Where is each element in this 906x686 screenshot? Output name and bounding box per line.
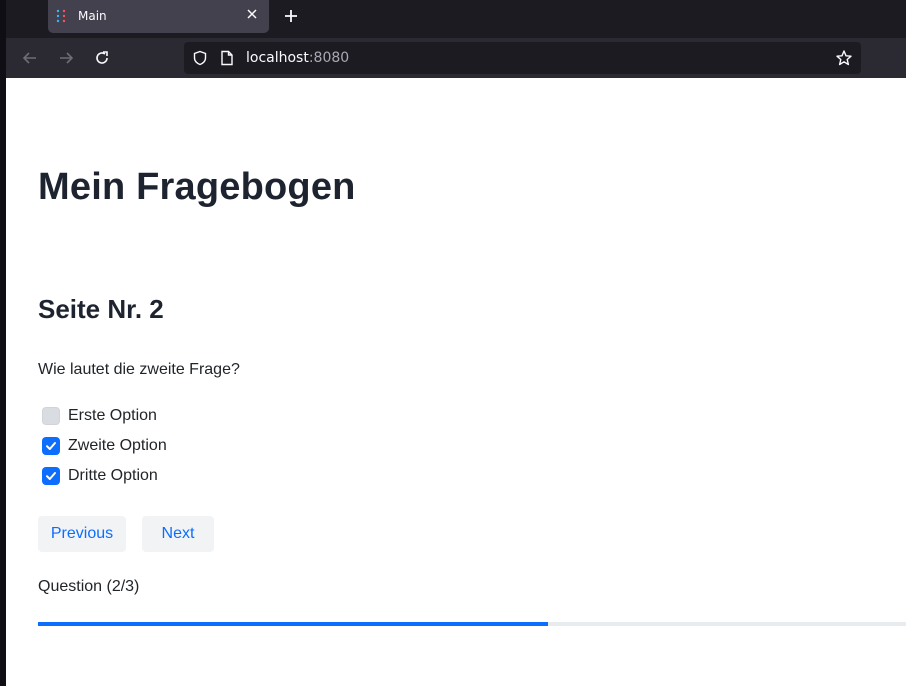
survey-title: Mein Fragebogen xyxy=(38,166,356,208)
progress-bar xyxy=(38,622,906,626)
checkbox[interactable] xyxy=(42,407,60,425)
question-text: Wie lautet die zweite Frage? xyxy=(38,361,240,378)
window-edge xyxy=(0,0,6,38)
url-text[interactable]: localhost:8080 xyxy=(246,50,349,66)
url-host: localhost xyxy=(246,50,309,66)
progress-label: Question (2/3) xyxy=(38,578,140,595)
browser-tab[interactable]: Main xyxy=(48,0,269,33)
page-content: Mein Fragebogen Seite Nr. 2 Wie lautet d… xyxy=(0,78,906,686)
browser-nav-bar: localhost:8080 xyxy=(0,38,906,78)
url-port: :8080 xyxy=(308,50,350,66)
reload-icon[interactable] xyxy=(93,49,111,67)
option-label: Zweite Option xyxy=(68,437,167,454)
checkbox[interactable] xyxy=(42,437,60,455)
option-label: Erste Option xyxy=(68,407,157,424)
option-erste[interactable]: Erste Option xyxy=(42,405,157,427)
previous-button[interactable]: Previous xyxy=(38,516,126,552)
browser-tab-bar: Main xyxy=(0,0,906,38)
progress-fill xyxy=(38,622,548,626)
page-heading: Seite Nr. 2 xyxy=(38,294,164,324)
window-edge xyxy=(0,78,6,686)
app-favicon-icon xyxy=(56,9,66,23)
page-icon[interactable] xyxy=(220,50,234,66)
plus-icon[interactable] xyxy=(282,7,300,25)
back-arrow-icon[interactable] xyxy=(21,49,39,67)
forward-arrow-icon[interactable] xyxy=(57,49,75,67)
tab-title: Main xyxy=(78,9,107,23)
star-icon[interactable] xyxy=(835,49,853,67)
shield-icon[interactable] xyxy=(192,50,208,66)
option-zweite[interactable]: Zweite Option xyxy=(42,435,167,457)
checkmark-icon xyxy=(46,442,56,450)
window-edge xyxy=(0,38,6,78)
checkbox[interactable] xyxy=(42,467,60,485)
url-bar[interactable]: localhost:8080 xyxy=(184,42,861,74)
option-dritte[interactable]: Dritte Option xyxy=(42,465,158,487)
next-button[interactable]: Next xyxy=(142,516,214,552)
checkmark-icon xyxy=(46,472,56,480)
close-icon[interactable] xyxy=(245,7,259,21)
option-label: Dritte Option xyxy=(68,467,158,484)
